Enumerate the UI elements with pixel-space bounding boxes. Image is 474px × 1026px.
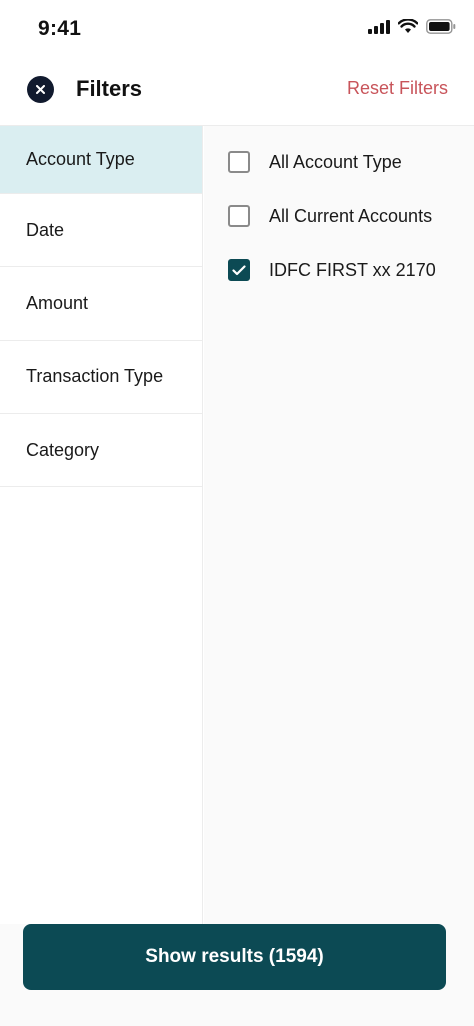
status-icons xyxy=(368,19,456,34)
sidebar-item-label: Account Type xyxy=(26,149,135,169)
reset-filters-button[interactable]: Reset Filters xyxy=(347,78,448,99)
close-icon xyxy=(36,85,45,94)
sidebar-item-label: Category xyxy=(26,439,100,460)
sidebar-item-label: Date xyxy=(26,219,65,240)
filter-category-sidebar: Account Type Date Amount Transaction Typ… xyxy=(0,126,203,924)
filter-options-panel: All Account Type All Current Accounts ID… xyxy=(204,126,474,924)
option-label: All Current Accounts xyxy=(269,205,433,226)
signal-icon xyxy=(368,19,390,34)
option-all-account-type[interactable]: All Account Type xyxy=(228,149,402,175)
sidebar-item-date[interactable]: Date xyxy=(0,194,202,268)
sidebar-item-transaction-type[interactable]: Transaction Type xyxy=(0,341,202,414)
sidebar-item-label: Amount xyxy=(26,292,89,313)
option-label: IDFC FIRST xx 2170 xyxy=(269,259,436,280)
sidebar-item-amount[interactable]: Amount xyxy=(0,267,202,341)
checkbox[interactable] xyxy=(228,205,250,227)
status-time: 9:41 xyxy=(38,17,82,40)
status-bar: 9:41 xyxy=(0,0,474,56)
option-all-current-accounts[interactable]: All Current Accounts xyxy=(228,203,432,229)
checkmark-icon xyxy=(232,264,246,275)
show-results-button[interactable]: Show results (1594) xyxy=(23,924,446,990)
sidebar-item-label: Transaction Type xyxy=(26,366,164,387)
sidebar-item-category[interactable]: Category xyxy=(0,414,202,488)
page-title: Filters xyxy=(76,76,143,101)
option-label: All Account Type xyxy=(269,151,402,172)
checkbox[interactable] xyxy=(228,151,250,173)
filters-header: Filters Reset Filters xyxy=(0,56,474,126)
footer: Show results (1594) xyxy=(0,924,474,1026)
sidebar-item-account-type[interactable]: Account Type xyxy=(0,126,202,194)
battery-icon xyxy=(426,19,456,34)
checkbox-checked[interactable] xyxy=(228,259,250,281)
close-button[interactable] xyxy=(27,76,54,103)
option-idfc-first-account[interactable]: IDFC FIRST xx 2170 xyxy=(228,257,436,283)
wifi-icon xyxy=(398,19,418,33)
